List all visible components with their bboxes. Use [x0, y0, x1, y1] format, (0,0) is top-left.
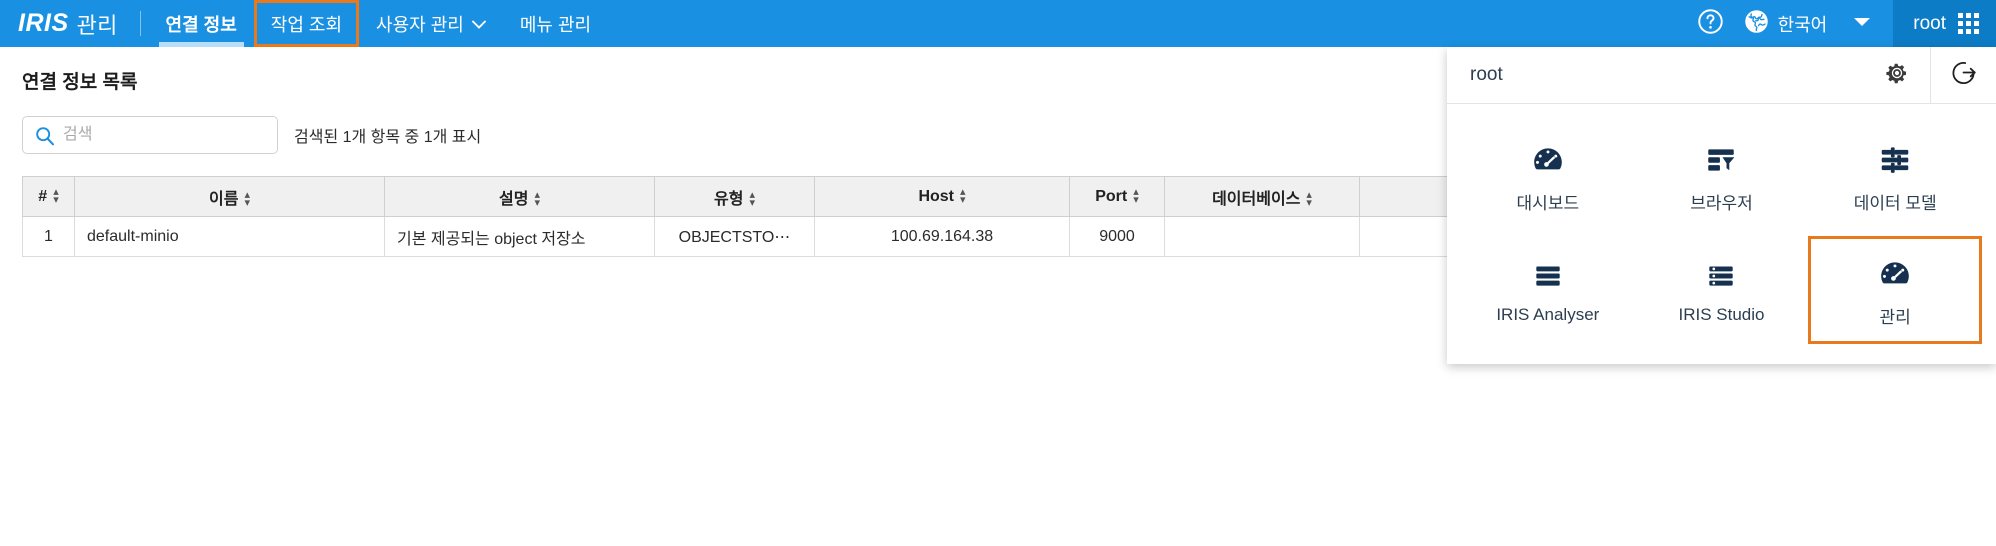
- table-cell: 100.69.164.38: [814, 216, 1070, 257]
- search-icon: [35, 126, 55, 151]
- table-header-label: 설명: [499, 190, 529, 208]
- brand-name: IRIS: [18, 9, 69, 37]
- table-cell: OBJECTSTO⋯: [654, 216, 815, 257]
- gear-icon: [1885, 61, 1909, 90]
- sort-arrows-icon[interactable]: ▴▾: [244, 190, 250, 209]
- stack-icon: [1531, 255, 1565, 297]
- brand-logo[interactable]: IRIS 관리: [0, 0, 140, 47]
- data-model-icon: [1878, 139, 1912, 181]
- table-cell: 기본 제공되는 object 저장소: [384, 216, 655, 257]
- app-tile-label: IRIS Analyser: [1496, 305, 1600, 324]
- table-header-label: Port: [1095, 187, 1128, 205]
- language-selector[interactable]: 한국어: [1738, 0, 1836, 47]
- app-tile-iris-analyser[interactable]: IRIS Analyser: [1461, 236, 1635, 344]
- app-tile-label: 데이터 모델: [1853, 193, 1937, 213]
- user-settings-button[interactable]: [1864, 47, 1930, 104]
- help-button[interactable]: [1683, 0, 1738, 47]
- nav-item-job-query[interactable]: 작업 조회: [253, 0, 360, 47]
- app-tile-label: 관리: [1879, 307, 1911, 327]
- app-grid-icon: [1958, 13, 1979, 34]
- app-tile-iris-studio[interactable]: IRIS Studio: [1635, 236, 1809, 344]
- logout-button[interactable]: [1930, 46, 1996, 104]
- table-header-label: #: [38, 187, 48, 205]
- table-header-cell[interactable]: Host ▴ ▾: [814, 176, 1070, 217]
- app-tile-label: 브라우저: [1690, 193, 1753, 213]
- brand-divider: [139, 11, 141, 36]
- help-circle-icon: [1697, 8, 1724, 40]
- app-tile-대시보드[interactable]: 대시보드: [1461, 122, 1635, 230]
- table-cell: default-minio: [74, 216, 385, 257]
- brand-subtitle: 관리: [76, 12, 118, 38]
- table-header-cell[interactable]: # ▴ ▾: [22, 176, 75, 217]
- table-header-cell[interactable]: 유형 ▴ ▾: [654, 176, 815, 217]
- search-input[interactable]: [23, 117, 277, 153]
- nav-right-actions: 한국어 root: [1683, 0, 1996, 47]
- app-tile-브라우저[interactable]: 브라우저: [1635, 122, 1809, 230]
- chevron-down-icon: [471, 19, 486, 31]
- sort-arrows-icon[interactable]: ▴▾: [1306, 190, 1312, 209]
- table-header-cell[interactable]: 데이터베이스 ▴ ▾: [1164, 176, 1360, 217]
- top-navbar: IRIS 관리 연결 정보 작업 조회 사용자 관리 메뉴 관리 한국어 roo…: [0, 0, 1996, 47]
- table-cell: 9000: [1069, 216, 1165, 257]
- nav-items: 연결 정보 작업 조회 사용자 관리 메뉴 관리: [149, 0, 609, 47]
- sort-arrows-icon[interactable]: ▴▾: [534, 190, 540, 209]
- sort-arrows-icon[interactable]: ▴▾: [960, 187, 966, 206]
- table-header-cell[interactable]: Port ▴ ▾: [1069, 176, 1165, 217]
- table-cell: [1164, 216, 1360, 257]
- app-tile-관리[interactable]: 관리: [1808, 236, 1982, 344]
- nav-item-label: 연결 정보: [165, 14, 237, 35]
- app-tile-label: IRIS Studio: [1678, 305, 1765, 324]
- table-header-label: 유형: [714, 190, 744, 208]
- nav-item-label: 사용자 관리: [376, 14, 464, 35]
- table-header-cell[interactable]: 이름 ▴ ▾: [74, 176, 385, 217]
- nav-item-user-management[interactable]: 사용자 관리: [359, 0, 503, 47]
- user-panel-username: root: [1470, 64, 1503, 85]
- app-tile-label: 대시보드: [1516, 193, 1580, 213]
- nav-item-label: 메뉴 관리: [519, 14, 592, 35]
- app-tile-데이터-모델[interactable]: 데이터 모델: [1808, 122, 1982, 230]
- globe-icon: [1744, 9, 1769, 39]
- server-icon: [1704, 255, 1738, 297]
- language-dropdown-toggle[interactable]: [1835, 0, 1893, 47]
- gauge-icon: [1878, 253, 1912, 295]
- sort-arrows-icon[interactable]: ▴▾: [1133, 187, 1139, 206]
- nav-item-connection-info[interactable]: 연결 정보: [149, 0, 254, 47]
- gauge-icon: [1531, 139, 1565, 181]
- table-header-label: 이름: [209, 190, 239, 208]
- sort-arrows-icon[interactable]: ▴▾: [749, 190, 755, 209]
- language-label: 한국어: [1777, 14, 1828, 35]
- sort-arrows-icon[interactable]: ▴▾: [53, 187, 59, 206]
- user-menu-button[interactable]: root: [1893, 0, 1996, 47]
- logout-icon: [1950, 59, 1977, 91]
- search-result-count: 검색된 1개 항목 중 1개 표시: [294, 129, 482, 146]
- nav-item-menu-management[interactable]: 메뉴 관리: [503, 0, 608, 47]
- table-header-label: Host: [918, 187, 955, 205]
- table-cell: 1: [22, 216, 75, 257]
- browser-filter-icon: [1704, 139, 1738, 181]
- app-launcher-grid: 대시보드 브라우저 데이터 모델 IRIS Analyser IRIS Stud…: [1447, 104, 1996, 364]
- table-header-label: 데이터베이스: [1212, 190, 1301, 208]
- nav-item-label: 작업 조회: [270, 14, 343, 35]
- user-name-label: root: [1913, 12, 1946, 34]
- user-panel-header: root: [1447, 46, 1996, 104]
- user-dropdown-panel: root 대시보드 브라우저 데이터 모델 IRIS Analyser IRIS…: [1447, 46, 1996, 364]
- chevron-down-icon: [1853, 15, 1871, 33]
- table-header-cell[interactable]: 설명 ▴ ▾: [384, 176, 655, 217]
- search-box[interactable]: [22, 116, 278, 154]
